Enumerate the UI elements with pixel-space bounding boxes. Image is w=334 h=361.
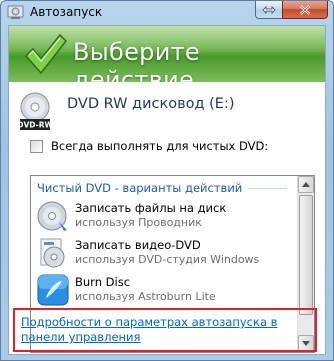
dialog-body: Выберите действие DVD-RW DVD RW дисковод… [8,25,326,355]
caption-buttons [255,1,328,19]
dvd-rw-icon: DVD-RW [19,92,51,130]
title-bar[interactable]: Автозапуск [1,1,333,25]
autoplay-window: Автозапуск Выберите действие DVD-RW DVD … [0,0,334,361]
burn-disc-icon [37,201,67,231]
action-subtitle: используя DVD-студия Windows [75,253,260,266]
banner-title: Выберите действие [73,38,200,82]
action-title: Burn Disc [75,275,131,289]
action-subtitle: используя Проводник [75,216,202,229]
control-panel-link[interactable]: Подробности о параметрах автозапуска в п… [21,315,313,345]
always-do-this-checkbox[interactable] [30,139,43,153]
action-title: Записать видео-DVD [75,238,201,252]
dvd-rw-icon-label: DVD-RW [19,121,51,130]
scroll-thumb[interactable] [299,195,313,315]
header-banner: Выберите действие [9,26,325,82]
always-do-this-label[interactable]: Всегда выполнять для чистых DVD: [51,139,268,153]
group-header: Чистый DVD - варианты действий [37,181,287,195]
dvd-studio-icon [40,238,65,268]
chevron-up-icon [302,182,310,187]
close-button[interactable] [282,1,328,19]
list-item-burn-files[interactable]: Записать файлы на диск используя Проводн… [35,198,291,234]
always-do-this-row[interactable]: Всегда выполнять для чистых DVD: [30,139,268,153]
restore-arrows-icon [262,5,276,14]
list-item-burn-disc[interactable]: Burn Disc используя Astroburn Lite [35,272,291,308]
highlight-frame: Подробности о параметрах автозапуска в п… [13,308,317,352]
autoplay-icon [7,5,24,19]
close-icon [299,4,311,15]
list-item-video-dvd[interactable]: Записать видео-DVD используя DVD-студия … [35,235,291,271]
device-name: DVD RW дисковод (E:) [67,96,235,112]
group-divider [248,187,287,189]
window-title: Автозапуск [30,5,103,19]
action-title: Записать файлы на диск [75,201,227,215]
green-check-icon [24,33,67,75]
scroll-up-button[interactable] [298,176,314,193]
astroburn-icon [37,274,69,306]
group-header-label: Чистый DVD - варианты действий [37,181,243,195]
device-row: DVD-RW DVD RW дисковод (E:) [19,92,319,132]
minimize-button[interactable] [255,1,282,19]
action-subtitle: используя Astroburn Lite [75,290,216,303]
